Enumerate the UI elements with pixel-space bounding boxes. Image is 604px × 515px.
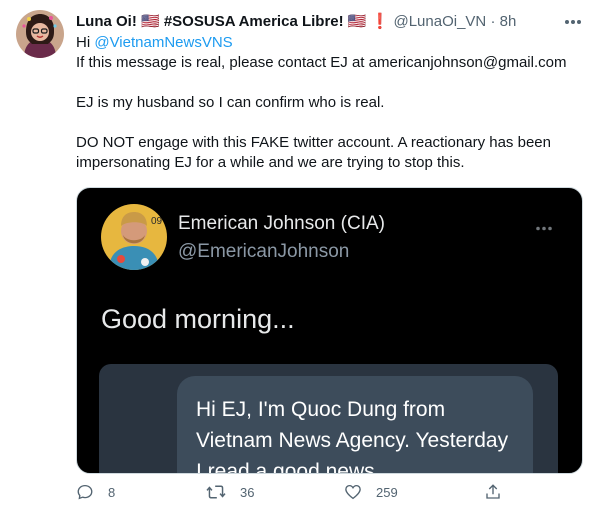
like-count: 259 <box>376 484 398 500</box>
tweet-line-contact: If this message is real, please contact … <box>76 54 567 71</box>
reply-count: 8 <box>108 484 116 500</box>
separator-dot: · <box>490 13 496 30</box>
embedded-avatar: 09 <box>101 204 167 270</box>
tweet-greeting-line: Hi @VietnamNewsVNS <box>76 33 586 53</box>
share-icon <box>486 484 500 499</box>
retweet-count: 36 <box>240 484 255 500</box>
tweet[interactable]: Luna Oi! 🇺🇸 #SOSUSA America Libre! 🇺🇸 ❗ … <box>0 0 604 515</box>
author-display-name[interactable]: Luna Oi! 🇺🇸 #SOSUSA America Libre! 🇺🇸 ❗ <box>76 13 389 30</box>
reply-button[interactable]: 8 <box>76 483 115 501</box>
embedded-chat-message: Hi EJ, I'm Quoc Dung from Vietnam News A… <box>196 398 509 474</box>
retweet-icon <box>206 485 226 499</box>
tweet-header: Luna Oi! 🇺🇸 #SOSUSA America Libre! 🇺🇸 ❗ … <box>76 12 516 32</box>
more-horizontal-icon <box>565 20 581 24</box>
author-avatar[interactable] <box>16 10 64 58</box>
like-button[interactable]: 259 <box>344 483 398 501</box>
share-button[interactable] <box>484 483 502 501</box>
embedded-tweet-text: Good morning... <box>101 304 295 334</box>
embedded-more-icon <box>535 218 553 236</box>
embedded-handle: @EmericanJohnson <box>178 241 350 262</box>
embedded-chat-bubble: Hi EJ, I'm Quoc Dung from Vietnam News A… <box>177 376 533 474</box>
heart-icon <box>345 484 361 500</box>
retweet-button[interactable]: 36 <box>206 483 254 501</box>
tweet-action-bar: 8 36 259 <box>76 483 596 503</box>
attached-image[interactable]: 09 Emerican Johnson (CIA) @EmericanJohns… <box>76 187 583 474</box>
more-options-button[interactable] <box>560 9 586 35</box>
mention-link[interactable]: @VietnamNewsVNS <box>94 34 232 51</box>
author-handle[interactable]: @LunaOi_VN <box>393 13 486 30</box>
svg-text:09: 09 <box>151 216 163 227</box>
tweet-text: Hi @VietnamNewsVNS If this message is re… <box>76 33 586 173</box>
greeting-text: Hi <box>76 34 95 51</box>
embedded-display-name: Emerican Johnson (CIA) <box>178 213 385 234</box>
tweet-line-husband: EJ is my husband so I can confirm who is… <box>76 94 385 111</box>
embedded-chat-panel: Hi EJ, I'm Quoc Dung from Vietnam News A… <box>99 364 558 474</box>
tweet-time[interactable]: 8h <box>500 13 517 30</box>
tweet-line-warning: DO NOT engage with this FAKE twitter acc… <box>76 134 551 171</box>
reply-icon <box>77 484 93 500</box>
